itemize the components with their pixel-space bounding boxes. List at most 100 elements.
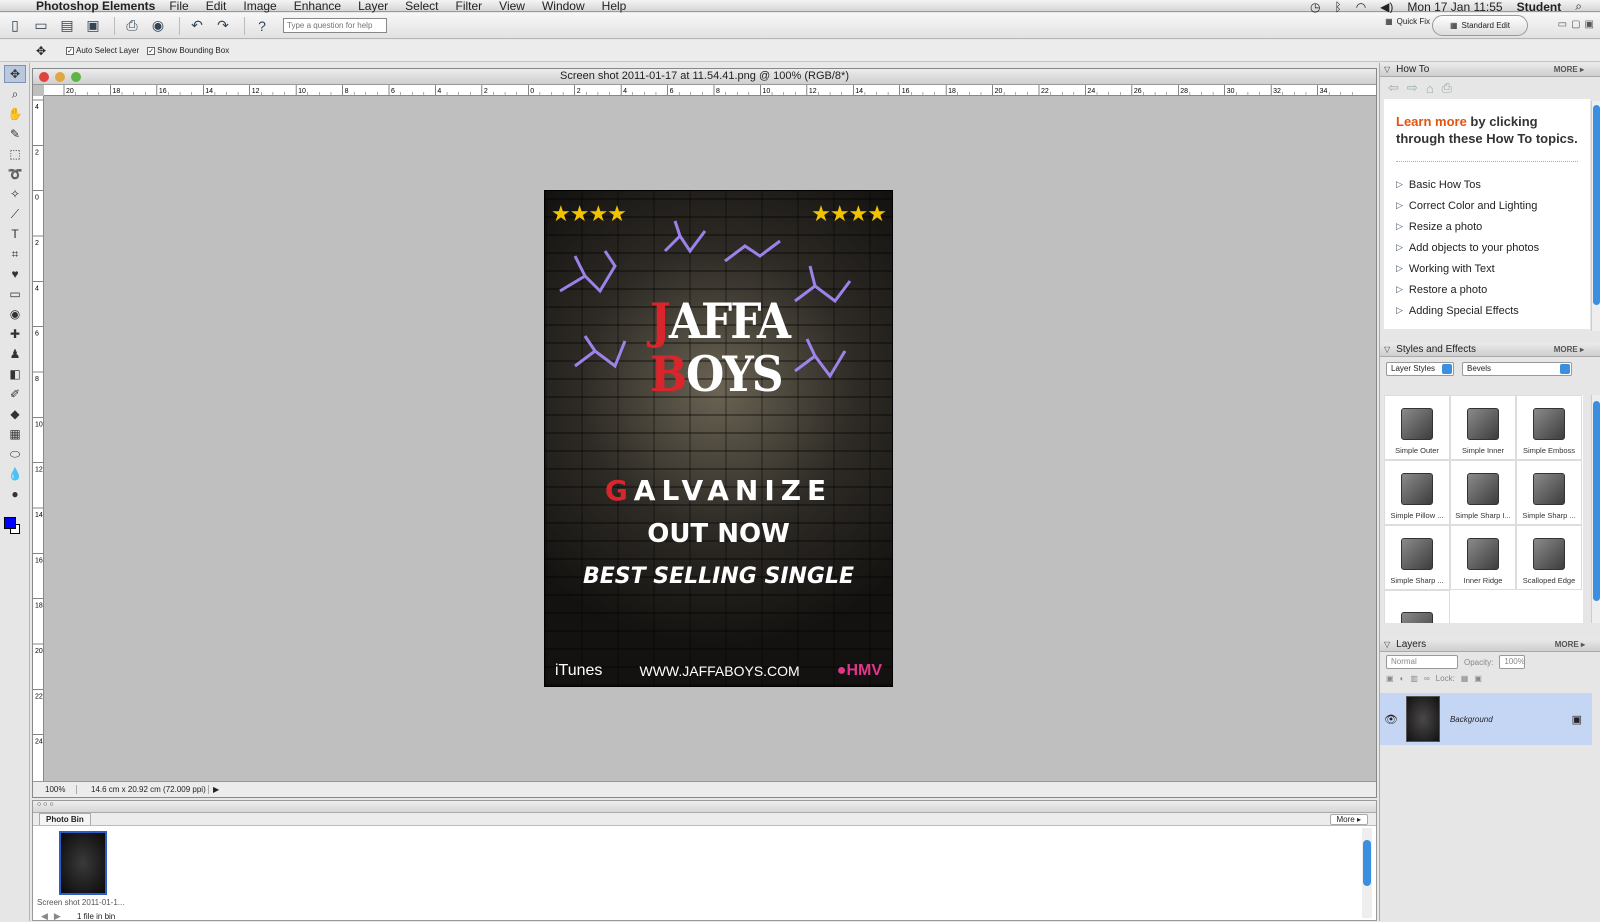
poster-image[interactable]: ★★★★ ★★★★ JAFFA BOYS GALVANIZE OUT NOW B… xyxy=(544,190,893,687)
new-layer-icon[interactable]: ▣ xyxy=(1386,674,1394,683)
howto-scrollbar[interactable] xyxy=(1591,101,1600,331)
close-icon[interactable] xyxy=(39,72,49,82)
organizer-icon[interactable]: ▤ xyxy=(56,16,78,36)
open-folder-icon[interactable]: ▭ xyxy=(30,16,52,36)
help-icon[interactable]: ? xyxy=(251,16,273,36)
save-icon[interactable]: ▣ xyxy=(82,16,104,36)
styles-scrollbar[interactable] xyxy=(1591,395,1600,623)
blur-tool-icon[interactable]: 💧 xyxy=(4,465,26,483)
red-eye-tool-icon[interactable]: ◉ xyxy=(4,305,26,323)
collapse-triangle-icon[interactable]: ▽ xyxy=(1384,65,1390,74)
home-icon[interactable]: ⌂ xyxy=(1426,81,1434,96)
show-bounding-box-checkbox[interactable]: ✓ Show Bounding Box xyxy=(147,46,229,55)
collapse-triangle-icon[interactable]: ▽ xyxy=(1384,345,1390,354)
lasso-tool-icon[interactable]: ➰ xyxy=(4,165,26,183)
opacity-field[interactable]: 100% xyxy=(1499,655,1526,669)
style-simple-sharp-inner[interactable]: Simple Sharp I... xyxy=(1450,460,1516,525)
cookie-cutter-icon[interactable]: ♥ xyxy=(4,265,26,283)
cascade-windows-icon[interactable]: ▢ xyxy=(1571,19,1580,30)
menubar-clock[interactable]: Mon 17 Jan 11:55 xyxy=(1407,0,1502,14)
scrollbar-thumb[interactable] xyxy=(1363,840,1371,886)
sponge-tool-icon[interactable]: ● xyxy=(4,485,26,503)
forward-arrow-icon[interactable]: ⇨ xyxy=(1407,80,1418,96)
styles-more-button[interactable]: MORE ▸ xyxy=(1554,345,1584,354)
move-tool-options-icon[interactable]: ✥ xyxy=(36,44,46,58)
menu-select[interactable]: Select xyxy=(405,0,438,13)
photo-bin-scrollbar[interactable] xyxy=(1362,828,1372,918)
menu-enhance[interactable]: Enhance xyxy=(294,0,341,13)
clone-stamp-icon[interactable]: ♟ xyxy=(4,345,26,363)
menu-edit[interactable]: Edit xyxy=(206,0,227,13)
document-titlebar[interactable]: Screen shot 2011-01-17 at 11.54.41.png @… xyxy=(33,69,1376,85)
new-file-icon[interactable]: ▯ xyxy=(4,16,26,36)
style-simple-outer[interactable]: Simple Outer xyxy=(1384,395,1450,460)
style-simple-emboss[interactable]: Simple Emboss xyxy=(1516,395,1582,460)
minimize-icon[interactable] xyxy=(55,72,65,82)
auto-select-layer-checkbox[interactable]: ✓ Auto Select Layer xyxy=(66,46,139,55)
brush-tool-icon[interactable]: ✐ xyxy=(4,385,26,403)
print-icon[interactable]: ⎙ xyxy=(1442,80,1452,96)
style-scalloped-edge[interactable]: Scalloped Edge xyxy=(1516,525,1582,590)
zoom-level[interactable]: 100% xyxy=(33,785,77,794)
scrollbar-thumb[interactable] xyxy=(1593,105,1600,305)
style-simple-pillow[interactable]: Simple Pillow ... xyxy=(1384,460,1450,525)
previous-icon[interactable]: ◀ xyxy=(41,911,48,922)
eye-visibility-icon[interactable]: 👁 xyxy=(1384,713,1398,726)
hand-tool-icon[interactable]: ✋ xyxy=(4,105,26,123)
selection-brush-icon[interactable]: ⟋ xyxy=(4,205,26,223)
spotlight-icon[interactable]: ⌕ xyxy=(1575,0,1582,14)
time-machine-icon[interactable]: ◷ xyxy=(1310,0,1320,14)
help-search-input[interactable] xyxy=(283,18,387,33)
undo-icon[interactable]: ↶ xyxy=(186,16,208,36)
menu-view[interactable]: View xyxy=(499,0,525,13)
crop-tool-icon[interactable]: ⌗ xyxy=(4,245,26,263)
howto-topic[interactable]: Adding Special Effects xyxy=(1396,300,1578,321)
scrollbar-thumb[interactable] xyxy=(1593,401,1600,601)
type-tool-icon[interactable]: T xyxy=(4,225,26,243)
style-simple-sharp-pillow[interactable]: Simple Sharp ... xyxy=(1384,525,1450,590)
layers-palette-header[interactable]: ▽ Layers MORE ▸ xyxy=(1380,638,1600,652)
layers-more-button[interactable]: MORE ▸ xyxy=(1555,640,1585,649)
menu-help[interactable]: Help xyxy=(602,0,627,13)
howto-topic[interactable]: Resize a photo xyxy=(1396,216,1578,237)
healing-brush-icon[interactable]: ✚ xyxy=(4,325,26,343)
howto-topic[interactable]: Add objects to your photos xyxy=(1396,237,1578,258)
magic-wand-tool-icon[interactable]: ✧ xyxy=(4,185,26,203)
maximize-mode-icon[interactable]: ▣ xyxy=(1585,19,1594,30)
blend-mode-select[interactable]: Normal xyxy=(1386,655,1458,669)
style-subcategory-select[interactable]: Bevels xyxy=(1462,362,1572,376)
gradient-tool-icon[interactable]: ▦ xyxy=(4,425,26,443)
styles-palette-header[interactable]: ▽ Styles and Effects MORE ▸ xyxy=(1380,343,1600,357)
menubar-user[interactable]: Student xyxy=(1517,0,1562,14)
photo-bin-thumbnail[interactable] xyxy=(59,831,107,895)
straighten-tool-icon[interactable]: ▭ xyxy=(4,285,26,303)
back-arrow-icon[interactable]: ⇦ xyxy=(1388,80,1399,96)
move-tool-icon[interactable]: ✥ xyxy=(4,65,26,83)
howto-topic[interactable]: Restore a photo xyxy=(1396,279,1578,300)
howto-topic[interactable]: Correct Color and Lighting xyxy=(1396,195,1578,216)
volume-icon[interactable]: ◀) xyxy=(1380,0,1393,14)
photo-bin-more-button[interactable]: More ▸ xyxy=(1329,814,1368,825)
marquee-tool-icon[interactable]: ⬚ xyxy=(4,145,26,163)
howto-topic[interactable]: Basic How Tos xyxy=(1396,174,1578,195)
quick-fix-button[interactable]: ▦ Quick Fix xyxy=(1385,17,1430,26)
print-icon[interactable]: ⎙ xyxy=(121,16,143,36)
howto-topic[interactable]: Working with Text xyxy=(1396,258,1578,279)
lock-all-icon[interactable]: ▣ xyxy=(1474,674,1482,683)
wifi-icon[interactable]: ◠ xyxy=(1356,0,1366,14)
style-simple-sharp-outer[interactable]: Simple Sharp ... xyxy=(1516,460,1582,525)
lock-transparency-icon[interactable]: ▦ xyxy=(1461,674,1469,683)
menu-image[interactable]: Image xyxy=(243,0,276,13)
paint-bucket-icon[interactable]: ◆ xyxy=(4,405,26,423)
eyedropper-tool-icon[interactable]: ✎ xyxy=(4,125,26,143)
bluetooth-icon[interactable]: ᛒ xyxy=(1334,0,1341,14)
tile-windows-icon[interactable]: ▭ xyxy=(1558,19,1567,30)
next-icon[interactable]: ▶ xyxy=(54,911,61,922)
menu-layer[interactable]: Layer xyxy=(358,0,388,13)
style-inner-ridge[interactable]: Inner Ridge xyxy=(1450,525,1516,590)
style-simple-inner[interactable]: Simple Inner xyxy=(1450,395,1516,460)
menu-filter[interactable]: Filter xyxy=(456,0,483,13)
delete-layer-icon[interactable]: ▥ xyxy=(1410,674,1418,683)
howto-learn-more-link[interactable]: Learn more xyxy=(1396,114,1467,129)
zoom-icon[interactable] xyxy=(71,72,81,82)
